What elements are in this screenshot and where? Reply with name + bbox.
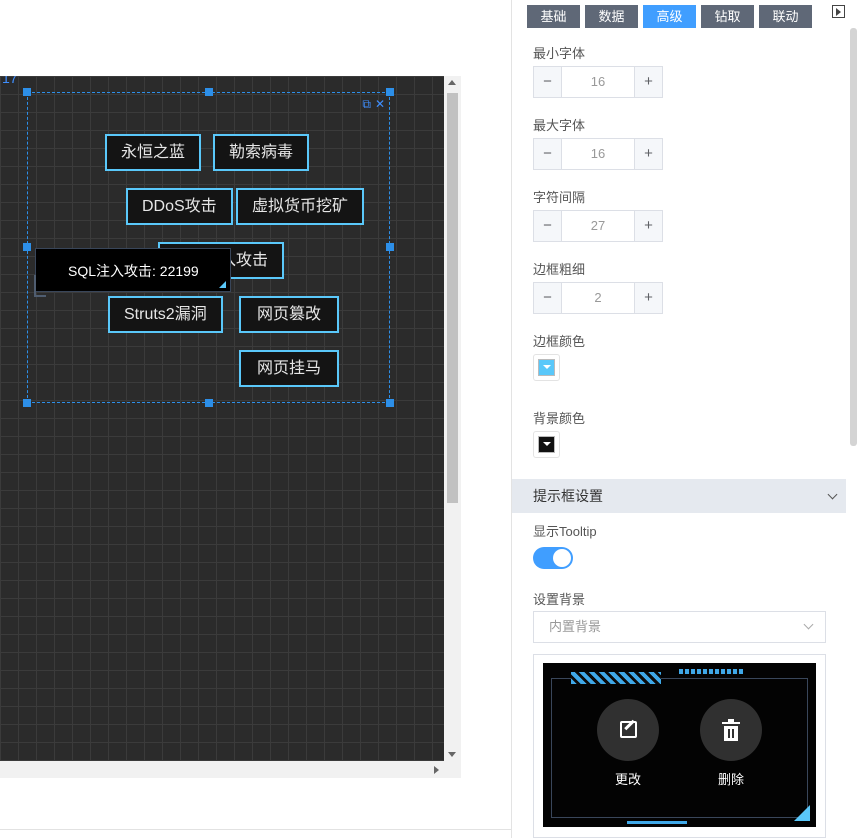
frame-decoration — [551, 678, 808, 818]
bg-select[interactable]: 内置背景 — [533, 611, 826, 643]
decrement-button[interactable]: − — [534, 283, 562, 313]
delete-button[interactable] — [700, 699, 762, 761]
word-tag[interactable]: 网页篡改 — [239, 296, 340, 333]
canvas-horizontal-scrollbar[interactable] — [0, 761, 461, 778]
bg-setting-label: 设置背景 — [533, 592, 586, 607]
canvas-vertical-scrollbar[interactable] — [444, 76, 461, 761]
panel-tabs: 基础 数据 高级 钻取 联动 — [527, 5, 812, 28]
delete-label: 删除 — [717, 772, 744, 787]
border-width-label: 边框粗细 — [533, 262, 586, 277]
resize-handle-bl[interactable] — [23, 399, 31, 407]
border-width-stepper[interactable]: − 2 + — [533, 282, 663, 314]
close-icon[interactable]: ✕ — [375, 97, 385, 112]
resize-handle-t[interactable] — [205, 88, 213, 96]
word-tag[interactable]: Struts2漏洞 — [108, 296, 223, 333]
chevron-down-icon — [803, 619, 814, 630]
decrement-button[interactable]: − — [534, 67, 562, 97]
app-root: 17 ⧉ ✕ 永恒之蓝 勒索病毒 DDoS攻击 虚拟货币挖矿 入攻击 Strut… — [0, 0, 861, 838]
border-width-value[interactable]: 2 — [562, 283, 634, 313]
min-font-value[interactable]: 16 — [562, 67, 634, 97]
scroll-up-icon[interactable] — [448, 80, 456, 85]
section-title: 提示框设置 — [533, 488, 603, 504]
char-spacing-stepper[interactable]: − 27 + — [533, 210, 663, 242]
char-spacing-value[interactable]: 27 — [562, 211, 634, 241]
tooltip: SQL注入攻击: 22199 — [34, 248, 231, 297]
bg-preview-image: 更改 删除 — [543, 663, 816, 827]
scroll-right-icon[interactable] — [434, 766, 439, 774]
decrement-button[interactable]: − — [534, 139, 562, 169]
resize-handle-br[interactable] — [386, 399, 394, 407]
resize-handle-tl[interactable] — [23, 88, 31, 96]
canvas-ruler-number: 17 — [2, 76, 18, 86]
word-tag[interactable]: DDoS攻击 — [126, 188, 233, 225]
resize-handle-l[interactable] — [23, 243, 31, 251]
resize-handle-r[interactable] — [386, 243, 394, 251]
scroll-thumb[interactable] — [447, 93, 458, 503]
tooltip-section-header[interactable]: 提示框设置 — [512, 479, 846, 513]
scroll-down-icon[interactable] — [448, 752, 456, 757]
increment-button[interactable]: + — [634, 139, 662, 169]
max-font-label: 最大字体 — [533, 118, 586, 133]
min-font-stepper[interactable]: − 16 + — [533, 66, 663, 98]
word-tag[interactable]: 虚拟货币挖矿 — [236, 188, 365, 225]
panel-scrollbar[interactable] — [850, 28, 857, 446]
bg-select-value: 内置背景 — [549, 619, 602, 634]
properties-panel: 基础 数据 高级 钻取 联动 最小字体 − 16 + 最大字体 − 16 + 字… — [511, 0, 861, 838]
stripe-decoration — [679, 669, 743, 674]
delete-action[interactable]: 删除 — [699, 699, 763, 788]
line-decoration — [627, 821, 687, 824]
tab-advanced[interactable]: 高级 — [643, 5, 696, 28]
word-tag[interactable]: 勒索病毒 — [213, 134, 310, 171]
show-tooltip-label: 显示Tooltip — [533, 524, 597, 539]
color-dropdown-icon — [538, 359, 555, 376]
resize-handle-tr[interactable] — [386, 88, 394, 96]
bg-color-label: 背景颜色 — [533, 411, 586, 426]
copy-icon[interactable]: ⧉ — [362, 97, 371, 112]
resize-handle-b[interactable] — [205, 399, 213, 407]
border-color-label: 边框颜色 — [533, 334, 586, 349]
stripe-decoration — [571, 672, 661, 684]
corner-decoration — [794, 805, 810, 821]
edit-action[interactable]: 更改 — [596, 699, 660, 788]
border-color-picker[interactable] — [533, 354, 560, 381]
widget-tools: ⧉ ✕ — [362, 97, 385, 112]
decrement-button[interactable]: − — [534, 211, 562, 241]
edit-button[interactable] — [597, 699, 659, 761]
trash-icon — [722, 719, 740, 741]
tab-basic[interactable]: 基础 — [527, 5, 580, 28]
tab-data[interactable]: 数据 — [585, 5, 638, 28]
tab-drill[interactable]: 钻取 — [701, 5, 754, 28]
increment-button[interactable]: + — [634, 67, 662, 97]
edit-icon — [620, 721, 637, 738]
toggle-knob — [553, 549, 571, 567]
bg-preview-card: 更改 删除 — [533, 654, 826, 838]
max-font-value[interactable]: 16 — [562, 139, 634, 169]
word-tag[interactable]: 网页挂马 — [239, 350, 340, 387]
design-canvas[interactable]: 17 ⧉ ✕ 永恒之蓝 勒索病毒 DDoS攻击 虚拟货币挖矿 入攻击 Strut… — [0, 76, 444, 761]
divider — [0, 829, 512, 830]
min-font-label: 最小字体 — [533, 46, 586, 61]
chevron-down-icon — [827, 489, 838, 500]
word-tag[interactable]: 永恒之蓝 — [105, 134, 202, 171]
edit-label: 更改 — [614, 772, 641, 787]
color-dropdown-icon — [538, 436, 555, 453]
char-spacing-label: 字符间隔 — [533, 190, 586, 205]
tab-linkage[interactable]: 联动 — [759, 5, 812, 28]
bg-color-picker[interactable] — [533, 431, 560, 458]
show-tooltip-toggle[interactable] — [533, 547, 573, 569]
max-font-stepper[interactable]: − 16 + — [533, 138, 663, 170]
increment-button[interactable]: + — [634, 211, 662, 241]
play-icon[interactable] — [832, 5, 845, 18]
increment-button[interactable]: + — [634, 283, 662, 313]
